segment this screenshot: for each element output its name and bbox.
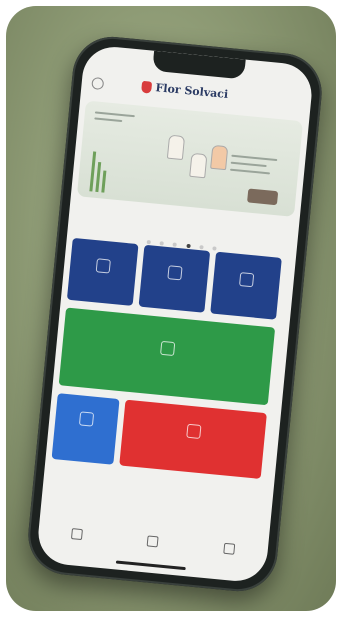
tile-icon xyxy=(238,272,255,288)
tile-label xyxy=(213,287,279,293)
tile-button-3[interactable] xyxy=(210,251,282,320)
carousel-dot[interactable] xyxy=(212,246,217,251)
tile-button-1[interactable] xyxy=(66,237,139,306)
carousel-dot[interactable] xyxy=(146,239,152,245)
plant-illustration xyxy=(101,170,107,193)
tile-label xyxy=(141,281,207,287)
home-icon xyxy=(70,527,83,540)
tile-label xyxy=(55,427,117,433)
warning-icon xyxy=(186,423,202,439)
logo-icon xyxy=(141,80,153,94)
phone-screen: Flor Solvaci xyxy=(35,44,315,584)
person-illustration xyxy=(166,134,186,161)
tile-label xyxy=(69,274,135,280)
app-logo: Flor Solvaci xyxy=(141,80,229,101)
tab-home[interactable] xyxy=(70,527,83,542)
phone-device: Flor Solvaci xyxy=(24,33,326,595)
person-illustration xyxy=(210,144,229,171)
back-icon[interactable] xyxy=(91,76,105,91)
carousel-dot[interactable] xyxy=(172,242,178,247)
tile-icon xyxy=(95,258,111,274)
tab-bar xyxy=(37,516,269,568)
tile-button-2[interactable] xyxy=(138,244,211,313)
search-icon xyxy=(223,542,236,555)
banner-text-line xyxy=(94,117,123,123)
tab-icon xyxy=(147,534,160,547)
tile-button-alert[interactable] xyxy=(119,399,267,479)
tab-search[interactable] xyxy=(223,542,236,556)
banner-illustration[interactable] xyxy=(76,100,304,217)
tile-icon xyxy=(167,265,183,281)
plant-illustration xyxy=(95,161,102,193)
carousel-dot[interactable] xyxy=(198,245,204,250)
tile-button-wide[interactable] xyxy=(58,307,276,406)
tab-middle[interactable] xyxy=(147,534,160,549)
person-illustration xyxy=(189,152,208,179)
home-indicator xyxy=(115,560,186,571)
tile-button-small[interactable] xyxy=(51,393,120,465)
banner-text-line xyxy=(231,154,278,162)
bench-illustration xyxy=(247,188,279,206)
carousel-dot-active[interactable] xyxy=(185,243,191,249)
tile-icon xyxy=(78,411,95,427)
banner-text-line xyxy=(229,168,271,175)
banner-text-line xyxy=(94,111,135,118)
photo-background: Flor Solvaci xyxy=(6,6,336,611)
logo-text: Flor Solvaci xyxy=(154,81,229,102)
carousel-dot[interactable] xyxy=(159,241,165,246)
banner-text-line xyxy=(230,161,267,168)
tile-icon xyxy=(160,340,176,357)
